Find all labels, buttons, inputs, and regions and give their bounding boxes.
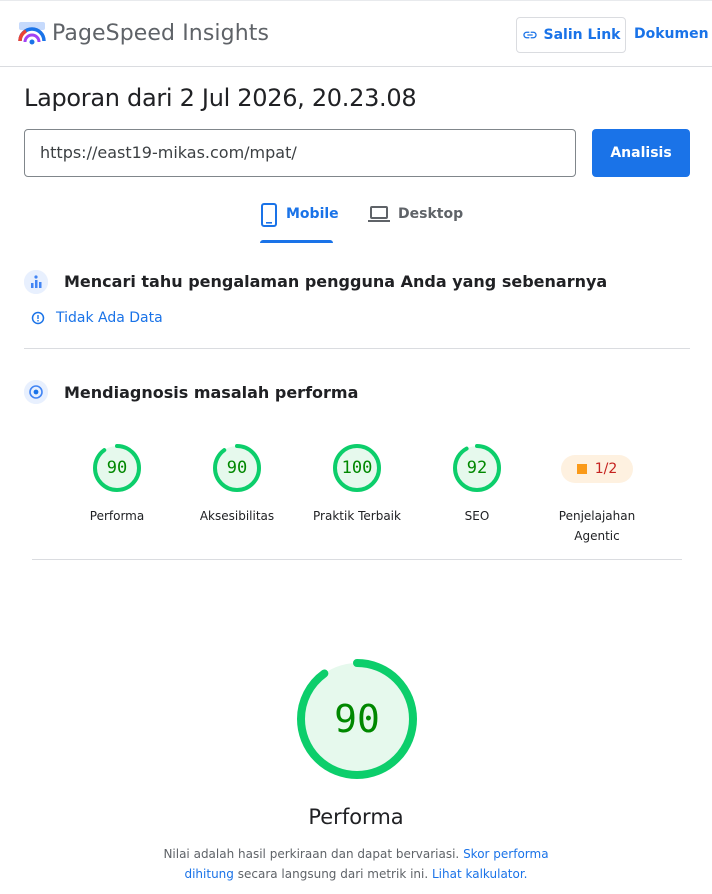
score-label: SEO (464, 509, 490, 523)
calculator-link[interactable]: Lihat kalkulator. (432, 867, 528, 881)
field-data-title: Mencari tahu pengalaman pengguna Anda ya… (64, 272, 608, 291)
note-text-1: Nilai adalah hasil perkiraan dan dapat b… (163, 847, 464, 861)
smartphone-icon (261, 203, 277, 227)
average-square-icon (576, 464, 587, 474)
agentic-score-badge[interactable]: 1/2 (561, 455, 633, 483)
report-title: Laporan dari 2 Jul 2026, 20.23.08 (24, 84, 417, 112)
tab-mobile[interactable]: Mobile (260, 203, 339, 244)
laptop-icon (368, 206, 390, 222)
performance-note: Nilai adalah hasil perkiraan dan dapat b… (156, 844, 556, 884)
tab-desktop[interactable]: Desktop (368, 206, 463, 244)
agentic-score-value: 1/2 (594, 461, 618, 477)
url-input[interactable]: https://east19-mikas.com/mpat/ (24, 129, 576, 177)
gauge-value: 92 (467, 458, 487, 478)
pagespeed-logo-icon (18, 22, 46, 45)
section-divider (24, 348, 690, 349)
link-icon (522, 31, 537, 39)
tab-mobile-label: Mobile (286, 206, 339, 222)
score-gauge[interactable]: 100 (333, 444, 381, 492)
gauge-value: 90 (227, 458, 247, 478)
score-gauge[interactable]: 90 (213, 444, 261, 492)
users-chart-icon (24, 270, 48, 294)
score-gauge-svg[interactable]: 92 (453, 444, 501, 492)
score-label: Performa (89, 509, 145, 523)
score-gauge[interactable]: 92 (453, 444, 501, 492)
gauge-value: 100 (342, 458, 373, 478)
gauge-value: 90 (334, 697, 380, 741)
score-gauge[interactable]: 90 (93, 444, 141, 492)
diagnose-icon (24, 380, 48, 404)
score-gauge-svg[interactable]: 100 (333, 444, 381, 492)
agentic-label-line2: Agentic (574, 529, 620, 543)
app-title: PageSpeed Insights (52, 21, 270, 46)
performance-title: Performa (308, 805, 404, 829)
copy-link-button[interactable]: Salin Link (516, 17, 626, 53)
info-icon (31, 311, 45, 325)
diagnose-title: Mendiagnosis masalah performa (64, 383, 359, 402)
no-data-link[interactable]: Tidak Ada Data (30, 310, 163, 326)
score-label: Aksesibilitas (199, 509, 275, 523)
score-gauge-svg[interactable]: 90 (213, 444, 261, 492)
agentic-label: Penjelajahan Agentic (537, 506, 657, 546)
no-data-label: Tidak Ada Data (56, 310, 163, 326)
tab-desktop-label: Desktop (398, 206, 464, 222)
agentic-label-line1: Penjelajahan (558, 509, 636, 523)
note-text-2: secara langsung dari metrik ini. (233, 867, 432, 881)
tab-selected-indicator (260, 240, 333, 243)
docs-link[interactable]: Dokumen (634, 26, 709, 42)
copy-link-label: Salin Link (543, 27, 621, 43)
analyze-button[interactable]: Analisis (592, 129, 690, 177)
performance-gauge-svg[interactable]: 90 (297, 659, 417, 779)
performance-gauge[interactable]: 90 (297, 659, 417, 779)
gauge-value: 90 (107, 458, 127, 478)
top-bar: PageSpeed Insights Salin Link Dokumen (0, 0, 712, 67)
score-label: Praktik Terbaik (313, 509, 401, 523)
gauges-divider (32, 559, 682, 560)
score-gauge-svg[interactable]: 90 (93, 444, 141, 492)
